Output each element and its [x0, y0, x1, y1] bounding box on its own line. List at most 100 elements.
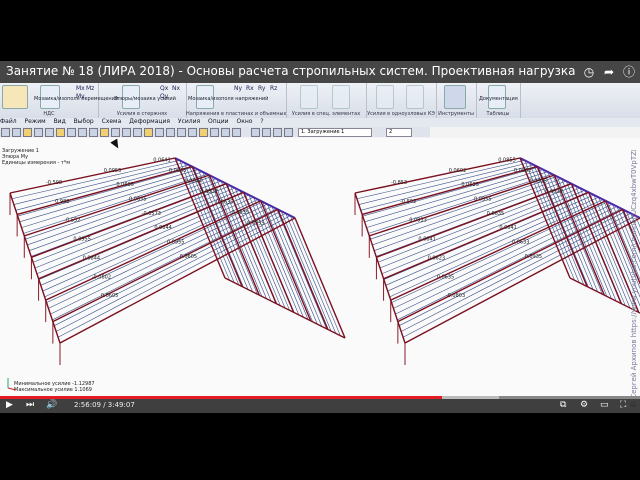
force-label: 0.0635: [437, 274, 455, 280]
ribbon-glyph[interactable]: Ry: [258, 85, 265, 92]
purlin-line: [234, 187, 286, 309]
ribbon-glyph[interactable]: Qy: [160, 93, 168, 100]
tool-button[interactable]: [166, 128, 175, 137]
ribbon-glyph[interactable]: Nx: [172, 85, 180, 92]
ribbon-group-single-node: Усилия в одноузловых КЭ: [366, 83, 437, 118]
menu-bar: Файл Режим Вид Выбор Схема Деформация Ус…: [0, 118, 640, 127]
page-select[interactable]: 2: [386, 128, 412, 137]
tool-button[interactable]: [23, 128, 32, 137]
force-label: 0.0633: [512, 240, 530, 246]
ribbon-group-label: Усилия в спец. элементах: [291, 111, 361, 117]
rafter: [260, 200, 312, 322]
time-display: 2:56:09 / 3:49:07: [74, 401, 135, 409]
play-icon[interactable]: ▶: [6, 400, 13, 410]
ribbon-glyph[interactable]: Qx: [160, 85, 168, 92]
tool-button[interactable]: [1, 128, 10, 137]
menu-forces[interactable]: Усилия: [178, 118, 200, 125]
fullscreen-icon[interactable]: ⛶: [620, 400, 626, 410]
tool-button[interactable]: [56, 128, 65, 137]
ndc-button[interactable]: [2, 85, 28, 109]
tool-button[interactable]: [199, 128, 208, 137]
ribbon-group-label: Напряжения в пластинах и объемных КЭ: [186, 111, 286, 117]
menu-deformation[interactable]: Деформация: [129, 118, 170, 125]
menu-mode[interactable]: Режим: [25, 118, 46, 125]
purlin-line: [360, 164, 534, 211]
tool-button[interactable]: [284, 128, 293, 137]
tool-button[interactable]: [273, 128, 282, 137]
tool-button[interactable]: [144, 128, 153, 137]
force-label: 0.0802: [200, 189, 218, 195]
purlin-line: [358, 162, 530, 205]
purlin-line: [285, 213, 337, 334]
tool-button[interactable]: [262, 128, 271, 137]
force-label: 0.0605: [180, 254, 198, 260]
tool-button[interactable]: [67, 128, 76, 137]
tool-button[interactable]: [34, 128, 43, 137]
purlin-line: [579, 187, 631, 309]
menu-options[interactable]: Опции: [208, 118, 229, 125]
ribbon-group-tools: Инструменты: [436, 83, 477, 118]
ribbon-group-label: Таблицы: [486, 111, 510, 117]
purlin-line: [253, 197, 304, 318]
credit-text: © Сергей Архипов https://www.youtube.com…: [630, 150, 638, 408]
theater-icon[interactable]: ▭: [600, 400, 609, 410]
ribbon-glyph[interactable]: My: [76, 93, 85, 100]
ribbon-glyph[interactable]: Rx: [246, 85, 254, 92]
force-label: 0.0635: [169, 168, 187, 174]
menu-window[interactable]: Окно: [236, 118, 252, 125]
force-label: 0.988: [55, 199, 69, 205]
tool-button[interactable]: [177, 128, 186, 137]
next-icon[interactable]: ⏭: [26, 400, 34, 410]
single-node-forces-button[interactable]: [376, 85, 394, 109]
loading-select[interactable]: 1. Загружение 1: [298, 128, 372, 137]
clock-icon[interactable]: ◷: [580, 63, 598, 81]
tool-button[interactable]: [78, 128, 87, 137]
menu-file[interactable]: Файл: [0, 118, 17, 125]
rafter: [277, 209, 329, 330]
force-label: 0.0935: [525, 254, 543, 260]
ribbon-glyph[interactable]: Mx: [76, 85, 85, 92]
tool-button[interactable]: [188, 128, 197, 137]
ribbon-group-label: Усилия в одноузловых КЭ: [367, 111, 435, 117]
volume-icon[interactable]: 🔊: [46, 400, 57, 410]
menu-select[interactable]: Выбор: [74, 118, 94, 125]
ribbon-glyph[interactable]: Rz: [270, 85, 277, 92]
ribbon-glyph[interactable]: Ny: [234, 85, 242, 92]
force-label: 0.0855: [498, 157, 516, 163]
tool-button[interactable]: [12, 128, 21, 137]
share-icon[interactable]: ➦: [600, 63, 618, 81]
tool-button[interactable]: [232, 128, 241, 137]
tool-button[interactable]: [210, 128, 219, 137]
special-forces-button[interactable]: [300, 85, 318, 109]
tools-button[interactable]: [444, 85, 466, 109]
ribbon-glyph[interactable]: Mz: [86, 85, 94, 92]
tool-button[interactable]: [251, 128, 260, 137]
tool-button[interactable]: [221, 128, 230, 137]
purlin-line: [542, 169, 594, 290]
menu-view[interactable]: Вид: [54, 118, 66, 125]
video-title[interactable]: Занятие № 18 (ЛИРА 2018) - Основы расчет…: [6, 64, 576, 78]
tool-button[interactable]: [155, 128, 164, 137]
force-label: -0.853: [391, 180, 407, 186]
tool-button[interactable]: [89, 128, 98, 137]
info-icon[interactable]: ⓘ: [620, 63, 638, 81]
settings-icon[interactable]: ⚙: [580, 400, 588, 410]
tool-button[interactable]: [100, 128, 109, 137]
force-label: 0.0935: [530, 178, 548, 184]
toolbar-main: [0, 127, 250, 156]
purlin-line: [276, 208, 327, 329]
tool-button[interactable]: [111, 128, 120, 137]
tool-button[interactable]: [122, 128, 131, 137]
model-view-canvas[interactable]: Загружение 1 Эпюра My Единицы измерения …: [0, 138, 640, 400]
tool-button[interactable]: [133, 128, 142, 137]
menu-help[interactable]: ?: [260, 118, 263, 125]
tool-button[interactable]: [45, 128, 54, 137]
special-forces-button-2[interactable]: [332, 85, 350, 109]
progress-bar[interactable]: [0, 396, 442, 399]
eave-beam: [354, 192, 406, 344]
axis-x-icon: [7, 387, 17, 391]
menu-scheme[interactable]: Схема: [102, 118, 122, 125]
single-node-forces-button-2[interactable]: [406, 85, 424, 109]
force-label: 0.0635: [129, 196, 147, 202]
captions-icon[interactable]: ⧉: [560, 400, 566, 410]
